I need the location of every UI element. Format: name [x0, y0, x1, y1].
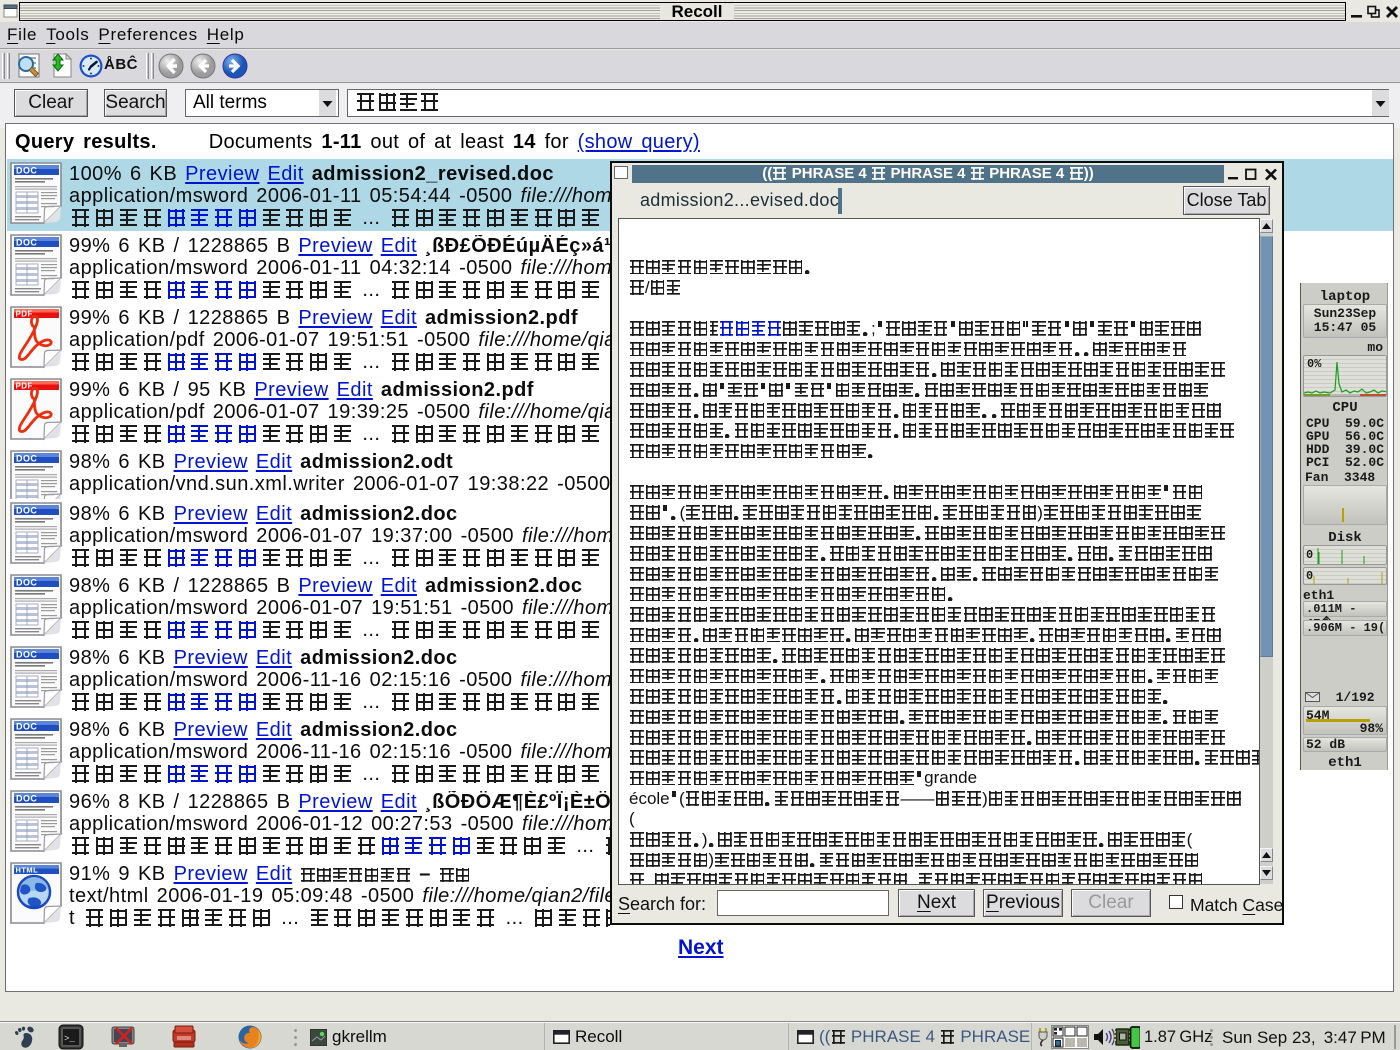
svg-text:DOC: DOC — [16, 506, 37, 516]
svg-text:HTML: HTML — [16, 866, 39, 875]
svg-text:>_: >_ — [64, 1034, 75, 1044]
svg-text:DOC: DOC — [16, 722, 37, 732]
svg-text:DOC: DOC — [16, 238, 37, 248]
svg-text:PDF: PDF — [16, 310, 33, 319]
svg-text:DOC: DOC — [16, 454, 37, 464]
svg-text:DOC: DOC — [16, 578, 37, 588]
svg-text:PDF: PDF — [16, 382, 33, 391]
svg-text:DOC: DOC — [16, 166, 37, 176]
svg-text:DOC: DOC — [16, 794, 37, 804]
svg-text:DOC: DOC — [16, 650, 37, 660]
